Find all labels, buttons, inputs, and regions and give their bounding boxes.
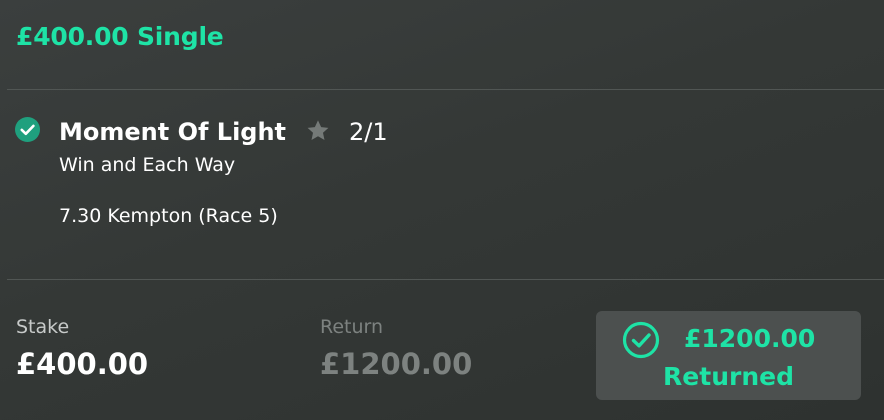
odds: 2/1: [349, 118, 388, 146]
bet-title: £400.00 Single: [16, 22, 224, 51]
star-icon[interactable]: [305, 118, 331, 144]
stake-label: Stake: [16, 316, 70, 338]
returned-badge: £1200.00 Returned: [596, 311, 861, 400]
event-name: 7.30 Kempton (Race 5): [59, 205, 278, 227]
return-value: £1200.00: [320, 347, 473, 381]
stake-value: £400.00: [16, 347, 149, 381]
market-type: Win and Each Way: [59, 154, 236, 176]
divider: [7, 89, 884, 90]
returned-amount: £1200.00: [684, 324, 816, 353]
check-circle-outline-icon: [622, 321, 660, 359]
returned-label: Returned: [663, 362, 794, 391]
return-label: Return: [320, 316, 384, 338]
check-circle-icon: [15, 117, 40, 142]
divider: [7, 279, 884, 280]
selection-name: Moment Of Light: [59, 118, 287, 146]
